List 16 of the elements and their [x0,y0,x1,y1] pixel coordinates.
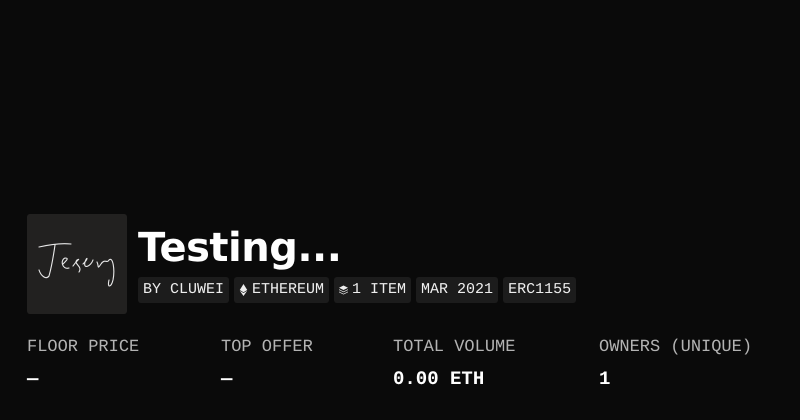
stat-label: TOP OFFER [221,338,314,358]
stat-value: — [27,367,40,391]
tag: ERC1155 [503,277,576,303]
collection-title: Testing... [138,224,342,272]
stat-value: 1 [599,367,612,391]
tag: 1 ITEM [334,277,412,303]
tag: ETHEREUM [234,277,330,303]
stat-label: TOTAL VOLUME [393,338,516,358]
tag: MAR 2021 [416,277,498,303]
stat-value: — [221,367,234,391]
stat-value: 0.00 ETH [393,367,486,391]
stat-label: OWNERS (UNIQUE) [599,338,752,358]
ethereum-icon [239,284,248,296]
tag: BY CLUWEI [138,277,230,303]
stat-label: FLOOR PRICE [27,338,140,358]
layers-icon [339,284,348,296]
